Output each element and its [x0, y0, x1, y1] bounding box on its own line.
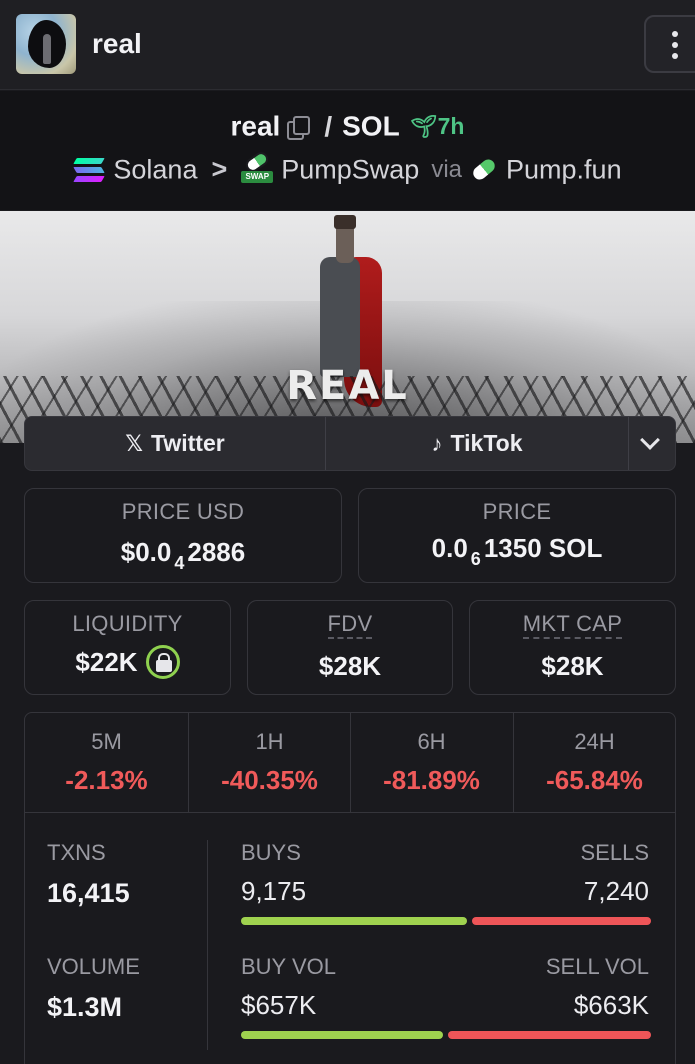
expand-socials-button[interactable] — [629, 417, 675, 470]
launchpad-link[interactable]: Pump.fun — [506, 154, 622, 184]
price-change-tabs: 5M -2.13% 1H -40.35% 6H -81.89% 24H -65.… — [24, 712, 676, 813]
price-usd-label: PRICE USD — [121, 499, 245, 524]
mkt-cap-card: MKT CAP $28K — [469, 600, 676, 695]
copy-icon[interactable] — [286, 115, 311, 140]
fdv-card: FDV $28K — [247, 600, 453, 695]
change-label: 24H — [574, 729, 615, 754]
transactions-panel: TXNS 16,415 VOLUME $1.3M BUYS SELLS 9,17… — [24, 812, 676, 1064]
fdv-label[interactable]: FDV — [327, 611, 373, 639]
change-value: -40.35% — [221, 765, 318, 795]
change-label: 5M — [91, 729, 122, 754]
sell-vol-value: $663K — [573, 990, 649, 1020]
social-links: 𝕏 Twitter ♪ TikTok — [24, 416, 676, 471]
txns-value: 16,415 — [47, 878, 130, 908]
pair-title: real / SOL 🌱︎7h — [0, 109, 695, 143]
chevron-right-icon: > — [211, 154, 228, 185]
volume-label: VOLUME — [47, 954, 140, 979]
sprout-icon: 🌱︎ — [409, 113, 438, 139]
price-native-value: 0.0 6 1350 SOL — [431, 533, 603, 569]
solana-icon — [73, 157, 106, 183]
token-avatar — [16, 14, 76, 74]
chevron-down-icon — [640, 430, 660, 450]
buys-bar — [241, 917, 467, 925]
dex-link[interactable]: PumpSwap — [281, 154, 419, 184]
token-name: real — [92, 28, 142, 59]
more-menu-button[interactable] — [644, 15, 695, 73]
liquidity-card: LIQUIDITY $22K — [24, 600, 231, 695]
change-tab-1h[interactable]: 1H -40.35% — [188, 713, 351, 812]
buy-vol-value: $657K — [241, 990, 317, 1020]
pair-quote: SOL — [342, 110, 400, 142]
change-value: -2.13% — [65, 765, 148, 795]
via-label: via — [431, 155, 463, 183]
change-value: -81.89% — [383, 765, 480, 795]
liquidity-value-row: $22K — [25, 645, 230, 681]
price-usd-card: PRICE USD $0.0 4 2886 — [24, 488, 342, 583]
change-label: 1H — [255, 729, 284, 754]
change-tab-6h[interactable]: 6H -81.89% — [350, 713, 513, 812]
twitter-button[interactable]: 𝕏 Twitter — [25, 417, 325, 470]
sells-label: SELLS — [580, 840, 650, 865]
change-label: 6H — [417, 729, 446, 754]
liquidity-label: LIQUIDITY — [72, 611, 183, 636]
more-vertical-icon — [672, 31, 678, 37]
mkt-cap-value: $28K — [541, 651, 604, 681]
twitter-label: Twitter — [151, 430, 225, 456]
tiktok-logo-icon: ♪ — [431, 431, 443, 456]
x-logo-icon: 𝕏 — [125, 431, 144, 456]
tiktok-label: TikTok — [450, 430, 523, 456]
top-bar: real — [0, 0, 695, 90]
pair-age: 7h — [437, 113, 465, 140]
pair-separator: / — [324, 110, 333, 142]
mkt-cap-label[interactable]: MKT CAP — [522, 611, 623, 639]
pumpswap-icon: SWAP — [241, 149, 274, 185]
txns-label: TXNS — [47, 840, 106, 865]
sells-bar — [472, 917, 651, 925]
change-tab-5m[interactable]: 5M -2.13% — [25, 713, 188, 812]
avatar-figure — [43, 34, 51, 64]
liquidity-value: $22K — [75, 647, 138, 677]
change-value: -65.84% — [546, 765, 643, 795]
sell-vol-label: SELL VOL — [545, 954, 649, 979]
lock-icon[interactable] — [145, 645, 180, 680]
chain-link[interactable]: Solana — [113, 154, 197, 184]
price-native-label: PRICE — [482, 499, 552, 524]
banner-title: REAL — [286, 363, 409, 409]
buys-label: BUYS — [241, 840, 301, 865]
buy-vol-label: BUY VOL — [241, 954, 336, 979]
pair-header: real / SOL 🌱︎7h Solana > SWAP PumpSwap via Pump.… — [0, 91, 695, 210]
change-tab-24h[interactable]: 24H -65.84% — [513, 713, 676, 812]
divider — [207, 840, 208, 1050]
pumpfun-icon — [470, 157, 498, 183]
volume-value: $1.3M — [47, 992, 123, 1022]
price-native-card: PRICE 0.0 6 1350 SOL — [358, 488, 676, 583]
buys-value: 9,175 — [241, 876, 307, 906]
tiktok-button[interactable]: ♪ TikTok — [326, 417, 628, 470]
fdv-value: $28K — [318, 651, 382, 681]
price-usd-value: $0.0 4 2886 — [120, 537, 246, 573]
sells-value: 7,240 — [583, 876, 649, 906]
pair-route: Solana > SWAP PumpSwap via Pump.fun — [0, 149, 695, 189]
sell-vol-bar — [448, 1031, 651, 1039]
token-banner-image: REAL — [0, 211, 695, 443]
buy-vol-bar — [241, 1031, 443, 1039]
pair-base: real — [230, 110, 281, 142]
